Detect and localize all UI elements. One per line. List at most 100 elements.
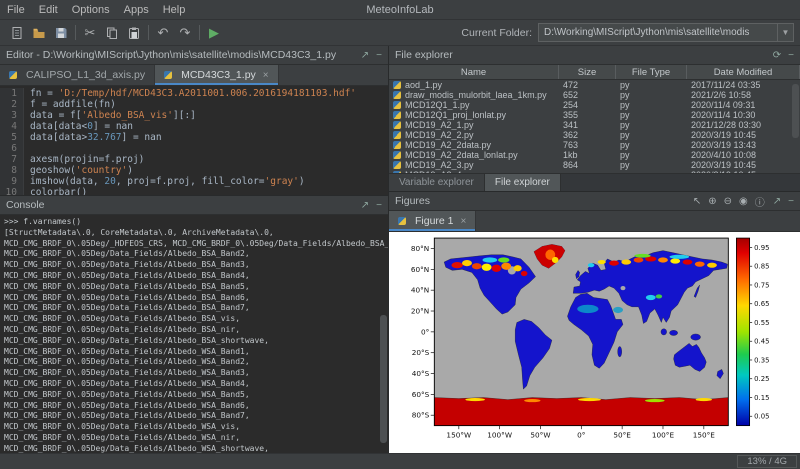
table-row[interactable]: MCD19_A2_2data_lonlat.py1kbpy2020/4/10 1… <box>389 150 800 160</box>
console-line: MCD_CMG_BRDF_0\.05Deg/Data_Fields/Albedo… <box>4 411 388 422</box>
table-row[interactable]: MCD19_A2_2.py362py2020/3/19 10:45 <box>389 130 800 140</box>
table-row[interactable]: MCD19_A2_2data.py763py2020/3/19 13:43 <box>389 140 800 150</box>
console-panel-header: Console ↗ − <box>0 196 388 215</box>
column-header-date-modified[interactable]: Date Modified <box>687 65 800 79</box>
console-line: MCD_CMG_BRDF_0\.05Deg/Data_Fields/Albedo… <box>4 260 388 271</box>
menu-file[interactable]: File <box>0 2 32 18</box>
editor-tab[interactable]: MCD43C3_1.py× <box>155 65 279 85</box>
close-tab-icon[interactable]: × <box>461 216 467 227</box>
file-type-cell: py <box>616 80 687 90</box>
caspian-sea <box>621 286 626 290</box>
current-folder-combobox[interactable]: D:\Working\MIScript\Jython\mis\satellite… <box>538 23 794 42</box>
minimize-panel-icon[interactable]: − <box>788 50 794 61</box>
float-panel-icon[interactable]: ↗ <box>361 200 369 211</box>
float-panel-icon[interactable]: ↗ <box>773 196 781 207</box>
zoom-in-icon[interactable]: ⊕ <box>708 196 716 207</box>
column-header-name[interactable]: Name <box>389 65 559 79</box>
file-size-cell: 1kb <box>559 150 616 160</box>
tab-file-explorer[interactable]: File explorer <box>485 174 561 191</box>
console-output[interactable]: >>> f.varnames()[StructMetadata\.0, Core… <box>0 215 388 453</box>
open-file-icon[interactable] <box>28 23 50 43</box>
chevron-down-icon[interactable]: ▼ <box>777 24 793 41</box>
undo-icon[interactable]: ↶ <box>152 23 174 43</box>
file-date-cell: 2020/11/4 09:31 <box>687 100 800 110</box>
select-icon[interactable]: ↖ <box>693 196 701 207</box>
svg-text:20°N: 20°N <box>411 306 429 315</box>
code-text: data[data>32.767] = nan <box>30 132 162 143</box>
table-row[interactable]: MCD12Q1_proj_lonlat.py355py2020/11/4 10:… <box>389 110 800 120</box>
toolbar-icons: ✂ ↶↷ ▶ <box>6 23 225 43</box>
svg-text:0.85: 0.85 <box>754 263 769 271</box>
file-date-cell: 2021/12/28 03:30 <box>687 120 800 130</box>
file-type-cell: py <box>616 120 687 130</box>
memory-indicator: 13% / 4G <box>737 455 797 468</box>
file-type-cell: py <box>616 150 687 160</box>
figure-tab[interactable]: Figure 1× <box>389 211 476 231</box>
table-row[interactable]: MCD19_A2_1.py341py2021/12/28 03:30 <box>389 120 800 130</box>
console-line: MCD_CMG_BRDF_0\.05Deg/Data_Fields/Albedo… <box>4 379 388 390</box>
file-name-cell: MCD19_A2_3.py <box>389 160 559 170</box>
console-line: >>> f.varnames() <box>4 217 388 228</box>
console-scrollbar[interactable] <box>380 315 387 444</box>
refresh-icon[interactable]: ⟳ <box>773 50 781 61</box>
menu-help[interactable]: Help <box>156 2 193 18</box>
redo-icon[interactable]: ↷ <box>174 23 196 43</box>
file-date-cell: 2020/3/19 10:45 <box>687 160 800 170</box>
table-row[interactable]: MCD12Q1_1.py254py2020/11/4 09:31 <box>389 100 800 110</box>
file-explorer-title: File explorer <box>395 49 773 61</box>
editor-panel-header: Editor - D:\Working\MIScript\Jython\mis\… <box>0 46 388 65</box>
table-row[interactable]: MCD19_A2_4.pypy2020/3/19 10:45 <box>389 170 800 173</box>
svg-text:0°: 0° <box>421 327 429 336</box>
menu-bar: FileEditOptionsAppsHelp MeteoInfoLab <box>0 0 800 20</box>
line-number: 3 <box>0 110 24 121</box>
left-column: Editor - D:\Working\MIScript\Jython\mis\… <box>0 46 389 453</box>
code-editor[interactable]: 1 fn = 'D:/Temp/hdf/MCD43C3.A2011001.006.… <box>0 86 388 195</box>
table-row[interactable]: aod_1.py472py2017/11/24 03:35 <box>389 80 800 90</box>
identify-icon[interactable]: ⓘ <box>755 194 765 209</box>
file-size-cell: 355 <box>559 110 616 120</box>
table-row[interactable]: draw_modis_mulorbit_laea_1km.py652py2021… <box>389 90 800 100</box>
minimize-panel-icon[interactable]: − <box>376 200 382 211</box>
save-icon[interactable] <box>50 23 72 43</box>
run-icon[interactable]: ▶ <box>203 23 225 43</box>
line-number: 8 <box>0 165 24 176</box>
toolbar-separator <box>75 25 76 40</box>
column-header-size[interactable]: Size <box>559 65 616 79</box>
line-number: 1 <box>0 88 24 99</box>
minimize-panel-icon[interactable]: − <box>376 50 382 61</box>
copy-icon[interactable] <box>101 23 123 43</box>
figure-canvas[interactable]: 80°N60°N40°N20°N0°20°S40°S60°S80°S150°W1… <box>389 232 800 453</box>
menu-apps[interactable]: Apps <box>117 2 156 18</box>
svg-text:50°W: 50°W <box>530 430 550 439</box>
svg-text:0.75: 0.75 <box>754 281 769 289</box>
file-type-cell: py <box>616 110 687 120</box>
code-text: axesm(projin=f.proj) <box>30 154 144 165</box>
minimize-panel-icon[interactable]: − <box>788 196 794 207</box>
code-text: fn = 'D:/Temp/hdf/MCD43C3.A2011001.006.2… <box>30 88 356 99</box>
float-panel-icon[interactable]: ↗ <box>361 50 369 61</box>
explorer-bottom-tabs: Variable explorerFile explorer <box>389 173 800 191</box>
close-tab-icon[interactable]: × <box>263 70 269 81</box>
py-file-icon <box>398 217 406 225</box>
file-table-scrollbar[interactable] <box>792 84 799 138</box>
cut-icon[interactable]: ✂ <box>79 23 101 43</box>
tab-variable-explorer[interactable]: Variable explorer <box>389 174 485 191</box>
menu-edit[interactable]: Edit <box>32 2 65 18</box>
py-file-icon <box>393 111 401 119</box>
editor-tab[interactable]: CALIPSO_L1_3d_axis.py <box>0 65 155 85</box>
column-header-file-type[interactable]: File Type <box>616 65 687 79</box>
file-name-cell: MCD12Q1_proj_lonlat.py <box>389 110 559 120</box>
zoom-out-icon[interactable]: ⊖ <box>724 196 732 207</box>
full-extent-icon[interactable]: ◉ <box>739 196 748 207</box>
menu-options[interactable]: Options <box>65 2 117 18</box>
table-row[interactable]: MCD19_A2_3.py864py2020/3/19 10:45 <box>389 160 800 170</box>
console-line: MCD_CMG_BRDF_0\.05Deg/Data_Fields/Albedo… <box>4 303 388 314</box>
line-number: 10 <box>0 187 24 195</box>
code-line: 6 <box>0 143 388 154</box>
paste-icon[interactable] <box>123 23 145 43</box>
py-file-icon <box>393 141 401 149</box>
figures-panel-buttons: ↗ − <box>773 196 794 207</box>
new-file-icon[interactable] <box>6 23 28 43</box>
file-explorer-buttons: ⟳ − <box>773 50 794 61</box>
figures-panel: Figures ↖⊕⊖◉ⓘ ↗ − Figure 1× <box>389 192 800 453</box>
